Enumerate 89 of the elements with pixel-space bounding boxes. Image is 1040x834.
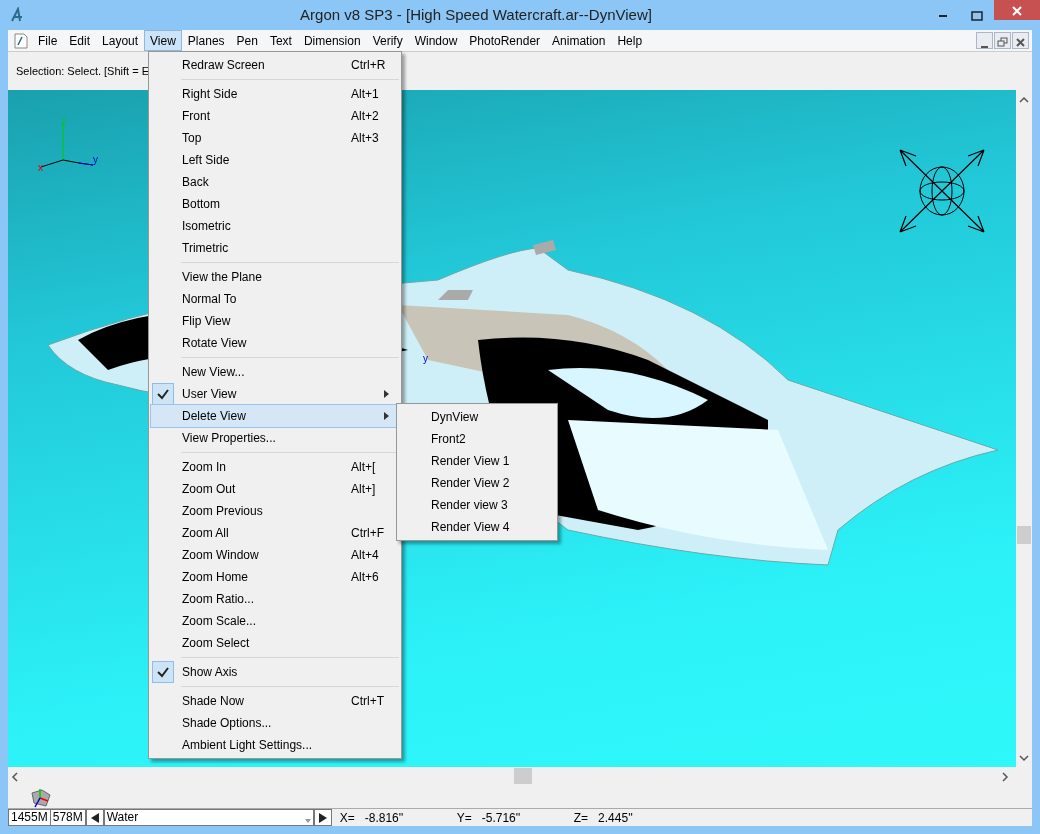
menu-item[interactable]: Planes: [181, 30, 231, 51]
close-button[interactable]: [994, 0, 1040, 20]
prompt-text: Selection: Select. [Shift = E: [16, 63, 149, 79]
menu-option[interactable]: Left Side: [151, 149, 399, 171]
menu-option[interactable]: Zoom Out Alt+]: [151, 478, 399, 500]
menu-item[interactable]: View: [144, 30, 182, 51]
right-triangle-icon: [317, 811, 328, 824]
menu-item[interactable]: PhotoRender: [463, 30, 547, 51]
shortcut-text: Alt+4: [351, 547, 379, 564]
child-close-button[interactable]: [1012, 32, 1029, 49]
maximize-icon: [971, 10, 983, 21]
coordinate-value: 2.445'': [598, 809, 634, 827]
menu-item[interactable]: Animation: [546, 30, 612, 51]
shortcut-text: Alt+3: [351, 130, 379, 147]
menu-option[interactable]: Top Alt+3: [151, 127, 399, 149]
menu-option[interactable]: Trimetric: [151, 237, 399, 259]
model-axis-label: y: [423, 354, 428, 364]
menu-option[interactable]: Bottom: [151, 193, 399, 215]
menu-option[interactable]: DynView: [399, 406, 555, 428]
minimize-icon: [981, 45, 988, 48]
menu-option[interactable]: Render View 2: [399, 472, 555, 494]
menu-option[interactable]: Normal To: [151, 288, 399, 310]
menu-option[interactable]: User View: [151, 383, 399, 405]
coordinate-label: Z=: [573, 809, 589, 827]
menu-option[interactable]: Render view 3: [399, 494, 555, 516]
menu-item[interactable]: Window: [408, 30, 464, 51]
document-icon[interactable]: [14, 32, 28, 49]
checkmark-icon: [157, 388, 169, 400]
menu-option[interactable]: Zoom Previous: [151, 500, 399, 522]
menu-option[interactable]: Right Side Alt+1: [151, 83, 399, 105]
window-title: Argon v8 SP3 - [High Speed Watercraft.ar--DynView]: [299, 4, 653, 25]
scrollbar-thumb[interactable]: [1017, 526, 1031, 544]
coordinate-value: -5.716'': [481, 809, 522, 827]
menu-option[interactable]: Zoom Scale...: [151, 610, 399, 632]
menu-option[interactable]: Ambient Light Settings...: [151, 734, 399, 756]
menu-item[interactable]: Edit: [63, 30, 97, 51]
coordinate-label: Y=: [456, 809, 472, 827]
menu-item[interactable]: Text: [263, 30, 298, 51]
menu-option[interactable]: Show Axis: [151, 661, 399, 683]
shortcut-text: Alt+[: [351, 459, 376, 476]
menu-option[interactable]: Zoom Window Alt+4: [151, 544, 399, 566]
shortcut-text: Alt+]: [351, 481, 376, 498]
menu-option[interactable]: Shade Options...: [151, 712, 399, 734]
close-icon: [1012, 5, 1022, 16]
scrollbar-thumb[interactable]: [514, 768, 532, 784]
menu-item[interactable]: Layout: [96, 30, 145, 51]
child-restore-button[interactable]: [994, 32, 1011, 49]
menu-item[interactable]: Dimension: [297, 30, 367, 51]
shortcut-text: Alt+2: [351, 108, 379, 125]
menu-item[interactable]: Verify: [366, 30, 409, 51]
menu-option[interactable]: Redraw Screen Ctrl+R: [151, 54, 399, 76]
submenu-arrow-icon: [384, 412, 389, 420]
child-minimize-button[interactable]: [976, 32, 993, 49]
shortcut-text: Ctrl+T: [351, 693, 384, 710]
layer-dropdown[interactable]: Water: [103, 809, 314, 826]
menu-item[interactable]: File: [32, 30, 64, 51]
menu-item[interactable]: Help: [611, 30, 649, 51]
menu-option[interactable]: Zoom Ratio...: [151, 588, 399, 610]
shortcut-text: Ctrl+R: [351, 57, 386, 74]
memory-readout: 1455M: [8, 809, 50, 826]
menu-option[interactable]: Isometric: [151, 215, 399, 237]
caret-icon: [304, 819, 311, 823]
menu-option[interactable]: Zoom In Alt+[: [151, 456, 399, 478]
shortcut-text: Alt+6: [351, 569, 379, 586]
menu-option[interactable]: Rotate View: [151, 332, 399, 354]
menu-item[interactable]: Pen: [230, 30, 264, 51]
coordinate-value: -8.816'': [364, 809, 405, 827]
menu-option[interactable]: Front Alt+2: [151, 105, 399, 127]
menu-option[interactable]: Front2: [399, 428, 555, 450]
coordinate-label: X=: [339, 809, 355, 827]
menu-option[interactable]: Zoom Select: [151, 632, 399, 654]
submenu-arrow-icon: [384, 390, 389, 398]
menu-option[interactable]: Render View 4: [399, 516, 555, 538]
menu-option[interactable]: Shade Now Ctrl+T: [151, 690, 399, 712]
menu-option[interactable]: Delete View: [151, 405, 399, 427]
checkmark-icon: [157, 666, 169, 678]
memory-readout: 578M: [49, 809, 86, 826]
minimize-icon: [939, 14, 947, 17]
shortcut-text: Alt+1: [351, 86, 379, 103]
menu-option[interactable]: Render View 1: [399, 450, 555, 472]
left-triangle-icon: [89, 811, 100, 824]
menu-option[interactable]: New View...: [151, 361, 399, 383]
menu-option[interactable]: Zoom Home Alt+6: [151, 566, 399, 588]
menu-option[interactable]: Zoom All Ctrl+F: [151, 522, 399, 544]
menu-option[interactable]: Flip View: [151, 310, 399, 332]
shortcut-text: Ctrl+F: [351, 525, 384, 542]
menu-option[interactable]: View the Plane: [151, 266, 399, 288]
menu-option[interactable]: View Properties...: [151, 427, 399, 449]
menu-option[interactable]: Back: [151, 171, 399, 193]
